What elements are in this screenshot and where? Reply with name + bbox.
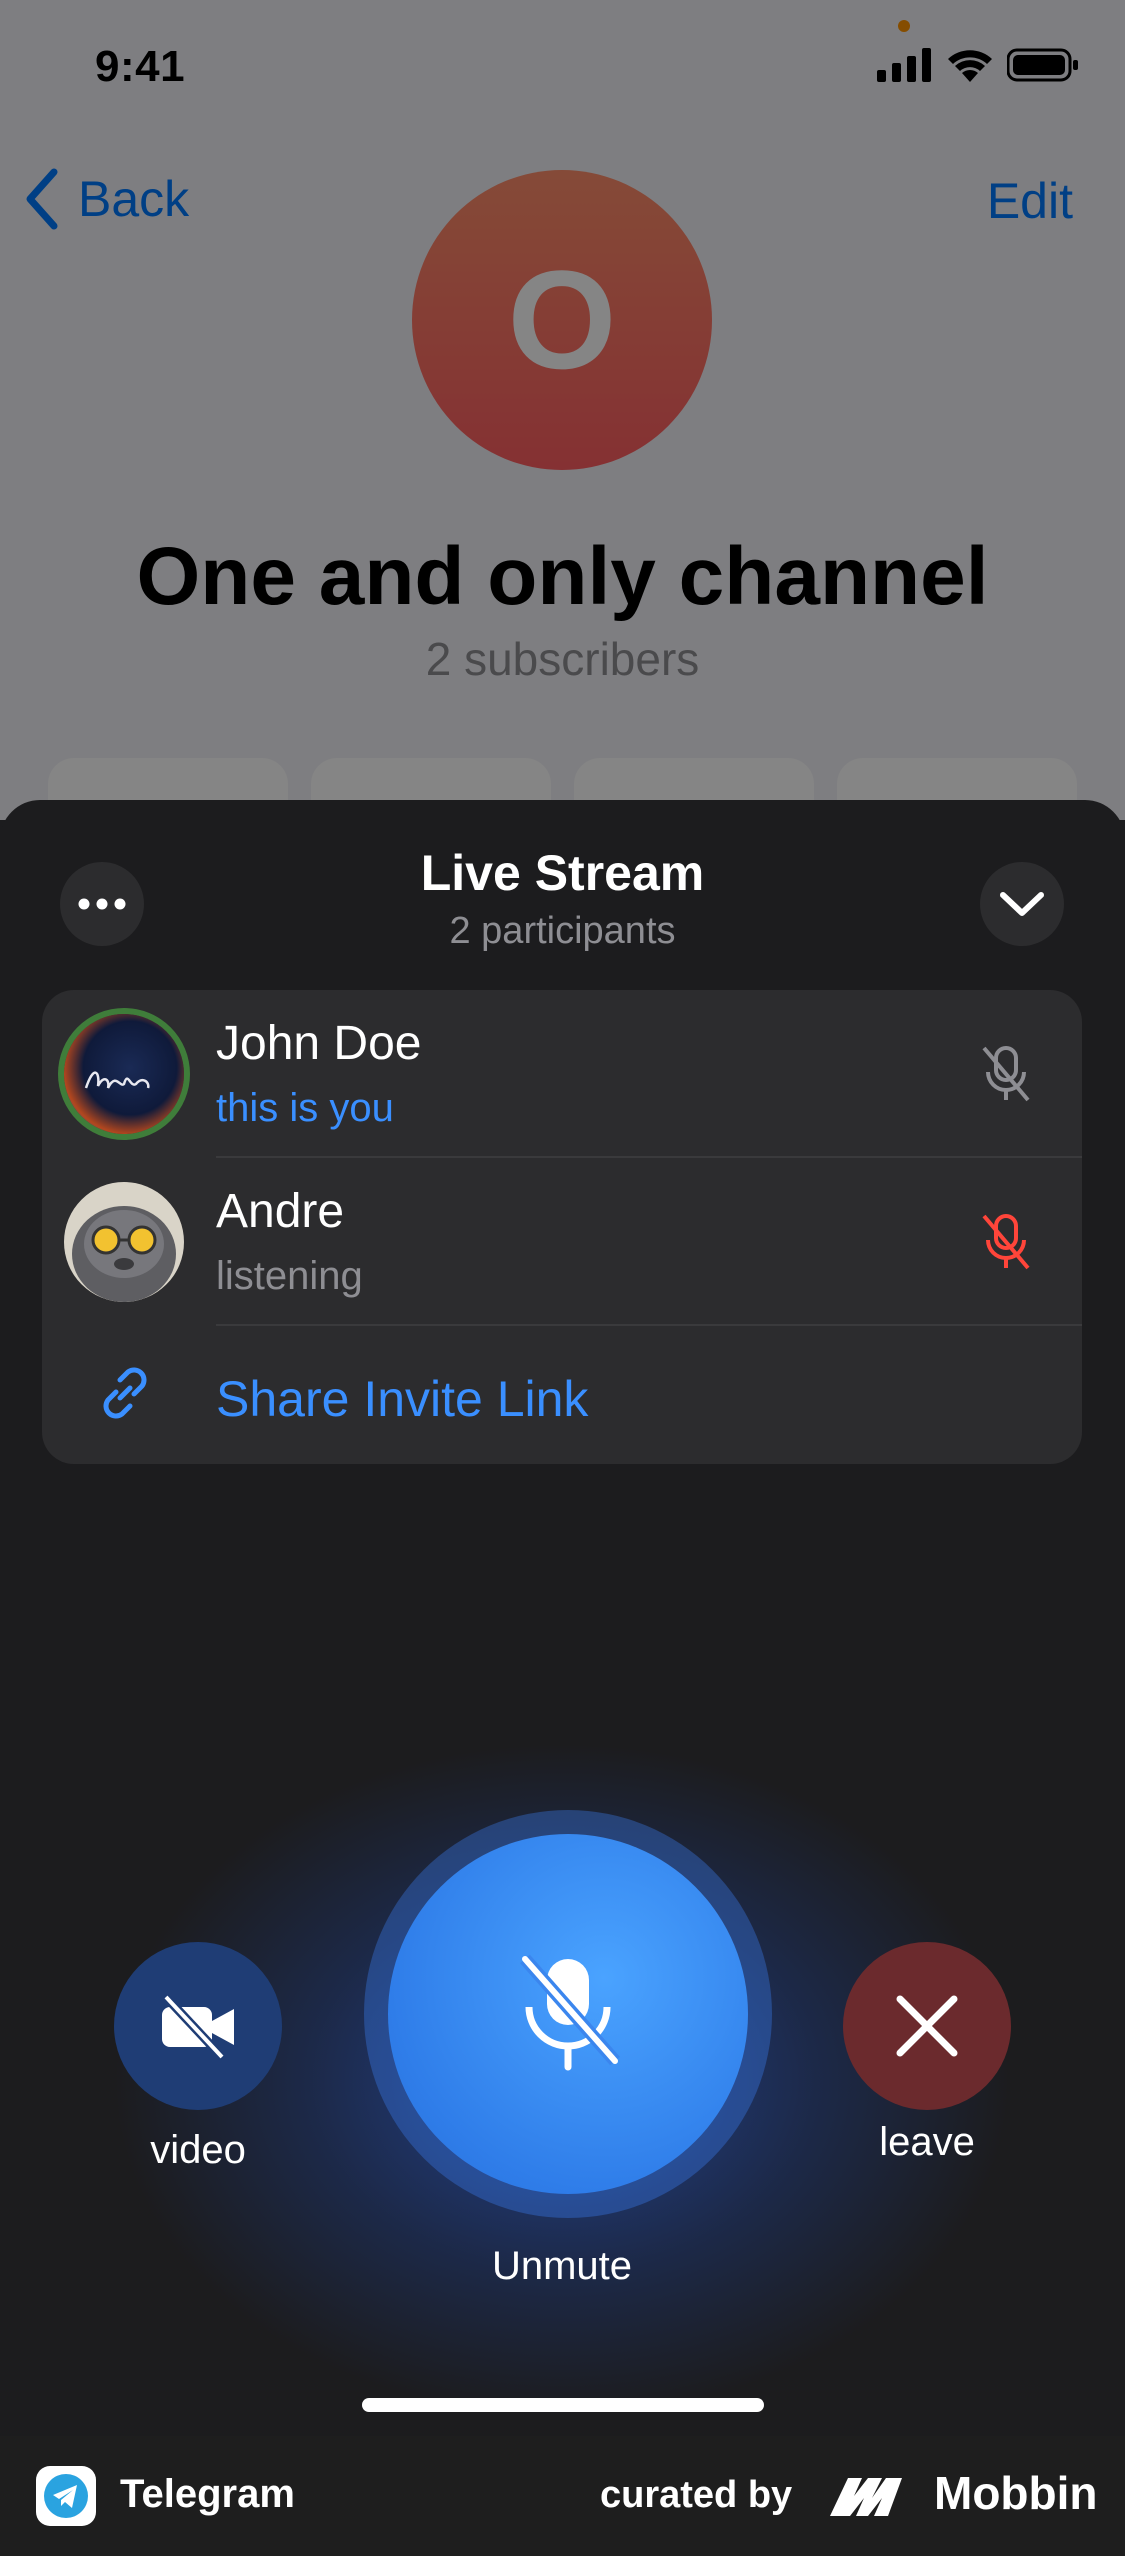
telegram-logo-icon [36,2466,96,2526]
close-icon [896,1995,958,2057]
participant-name: Andre [216,1185,345,1238]
curated-by-label: curated by [600,2474,793,2516]
leave-label: leave [879,2120,975,2164]
home-indicator [362,2398,764,2412]
video-button[interactable] [114,1942,282,2110]
avatar [64,1182,184,1302]
unmute-label: Unmute [491,2244,633,2288]
participant-name: John Doe [216,1017,422,1070]
leave-button[interactable] [843,1942,1011,2110]
video-off-icon [162,1993,234,2061]
participant-status: listening [216,1254,363,1298]
participant-row[interactable]: Andre listening [42,1158,1082,1326]
mobbin-brand: Mobbin [934,2467,1098,2519]
chevron-down-icon [1000,892,1044,916]
mic-muted-icon[interactable] [974,1210,1038,1274]
link-icon [103,1367,147,1419]
app-name: Telegram [120,2472,295,2516]
participant-row[interactable]: John Doe this is you [42,990,1082,1158]
sheet-title: Live Stream [420,845,705,901]
participants-count: 2 participants [449,910,676,952]
mic-off-icon [520,1954,620,2071]
video-label: video [150,2128,246,2172]
participant-status: this is you [216,1086,394,1130]
live-stream-sheet: Live Stream 2 participants John Doe this… [0,800,1125,2436]
mobbin-logo-icon [830,2478,902,2516]
share-invite-link-label: Share Invite Link [216,1371,589,1427]
mic-muted-icon[interactable] [974,1042,1038,1106]
avatar [64,1014,184,1134]
footer-bar: Telegram curated by Mobbin [0,2436,1125,2556]
unmute-button[interactable] [388,1834,748,2194]
collapse-button[interactable] [980,862,1064,946]
dim-overlay [0,0,1125,820]
share-invite-link-row[interactable]: Share Invite Link [42,1326,1082,1464]
participants-list: John Doe this is you Andre listening Sha… [42,990,1082,1464]
